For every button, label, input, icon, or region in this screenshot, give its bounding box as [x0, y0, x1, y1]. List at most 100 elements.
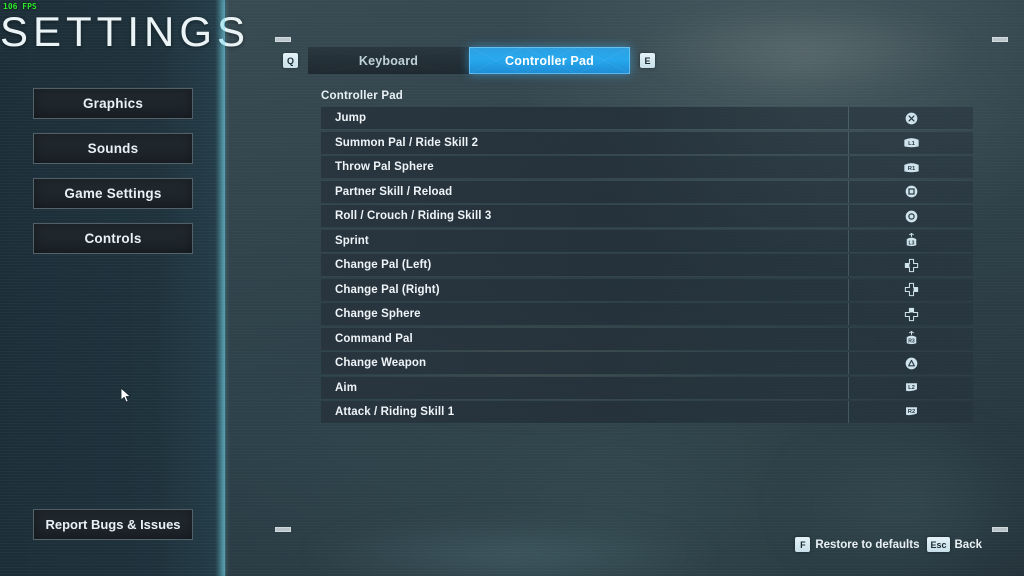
binding-action-label: Command Pal — [335, 332, 413, 345]
binding-value-cell[interactable] — [848, 303, 973, 325]
tab-bar: Q Keyboard Controller Pad E — [283, 47, 983, 74]
dpad-right-icon — [904, 282, 918, 297]
report-bugs-label: Report Bugs & Issues — [45, 517, 181, 532]
table-row[interactable]: Change Sphere — [321, 303, 973, 325]
ps-circle-button-icon — [905, 210, 917, 222]
sidebar-item-game-settings[interactable]: Game Settings — [33, 178, 193, 209]
svg-text:R3: R3 — [908, 338, 915, 344]
binding-value-cell[interactable]: L1 — [848, 131, 973, 154]
ps-l1-shoulder-icon: L1 — [903, 138, 919, 148]
report-bugs-button[interactable]: Report Bugs & Issues — [33, 509, 193, 540]
table-row[interactable]: Summon Pal / Ride Skill 2 L1 — [321, 131, 973, 154]
tab-controller-pad[interactable]: Controller Pad — [469, 47, 630, 74]
binding-action-cell: Change Pal (Left) — [321, 254, 848, 276]
dpad-left-icon — [904, 258, 918, 272]
sidebar-item-sounds[interactable]: Sounds — [33, 133, 193, 164]
sidebar-texture — [0, 0, 225, 576]
table-row[interactable]: Sprint L3 — [321, 229, 973, 252]
restore-defaults-label: Restore to defaults — [815, 538, 920, 551]
corner-marker-bottom-left — [275, 527, 291, 532]
binding-action-cell: Sprint — [321, 229, 848, 252]
ps-square-button-icon — [905, 185, 917, 198]
binding-value-cell[interactable] — [848, 352, 973, 374]
binding-action-cell: Throw Pal Sphere — [321, 156, 848, 178]
binding-action-cell: Roll / Crouch / Riding Skill 3 — [321, 205, 848, 227]
binding-action-label: Roll / Crouch / Riding Skill 3 — [335, 210, 492, 222]
footer-hint-bar: F Restore to defaults Esc Back — [795, 537, 982, 552]
binding-action-label: Jump — [335, 112, 367, 124]
svg-text:R1: R1 — [907, 166, 915, 172]
binding-action-cell: Attack / Riding Skill 1 — [321, 401, 848, 423]
sidebar-item-controls[interactable]: Controls — [33, 223, 193, 254]
svg-text:L1: L1 — [908, 141, 916, 147]
binding-action-cell: Change Sphere — [321, 303, 848, 325]
tab-keyboard[interactable]: Keyboard — [308, 47, 469, 74]
binding-value-cell[interactable] — [848, 278, 973, 301]
sidebar-item-label: Controls — [84, 231, 142, 246]
binding-value-cell[interactable] — [848, 205, 973, 227]
prev-tab-key-badge[interactable]: Q — [283, 53, 298, 68]
back-hint[interactable]: Esc Back — [927, 537, 982, 552]
table-row[interactable]: Aim L2 — [321, 376, 973, 399]
sidebar-item-label: Game Settings — [64, 186, 162, 201]
binding-action-label: Partner Skill / Reload — [335, 185, 453, 198]
back-key-badge: Esc — [927, 537, 950, 552]
table-row[interactable]: Jump — [321, 107, 973, 129]
ps-cross-button-icon — [905, 112, 917, 124]
binding-action-label: Change Weapon — [335, 357, 427, 369]
svg-text:R2: R2 — [907, 409, 914, 415]
table-row[interactable]: Change Weapon — [321, 352, 973, 374]
ps-r3-stick-press-icon: R3 — [906, 331, 916, 344]
restore-defaults-key-badge: F — [795, 537, 811, 552]
key-bindings-table: Jump Summon Pal / Ride Skill 2 L1 Throw … — [321, 107, 973, 426]
binding-action-label: Sprint — [335, 234, 369, 247]
corner-marker-top-right — [992, 37, 1008, 42]
restore-defaults-hint[interactable]: F Restore to defaults — [795, 537, 919, 552]
svg-text:L2: L2 — [908, 385, 915, 391]
binding-action-cell: Partner Skill / Reload — [321, 180, 848, 203]
binding-action-cell: Command Pal — [321, 327, 848, 350]
binding-value-cell[interactable] — [848, 180, 973, 203]
binding-value-cell[interactable]: R1 — [848, 156, 973, 178]
tab-list: Keyboard Controller Pad — [308, 47, 630, 74]
dpad-up-icon — [904, 307, 918, 321]
binding-action-cell: Change Weapon — [321, 352, 848, 374]
settings-sidebar: SETTINGS Graphics Sounds Game Settings C… — [0, 0, 245, 576]
binding-action-label: Attack / Riding Skill 1 — [335, 406, 455, 418]
settings-content: Q Keyboard Controller Pad E Controller P… — [226, 0, 1024, 576]
sidebar-item-graphics[interactable]: Graphics — [33, 88, 193, 119]
binding-action-label: Aim — [335, 381, 358, 394]
table-row[interactable]: Throw Pal Sphere R1 — [321, 156, 973, 178]
binding-value-cell[interactable] — [848, 254, 973, 276]
corner-marker-top-left — [275, 37, 291, 42]
table-row[interactable]: Attack / Riding Skill 1 R2 — [321, 401, 973, 423]
tab-label: Controller Pad — [505, 53, 594, 68]
binding-value-cell[interactable]: L2 — [848, 376, 973, 399]
table-row[interactable]: Change Pal (Right) — [321, 278, 973, 301]
binding-action-cell: Aim — [321, 376, 848, 399]
fps-counter: 106 FPS — [3, 2, 37, 11]
ps-r1-shoulder-icon: R1 — [903, 162, 919, 172]
next-tab-key-badge[interactable]: E — [640, 53, 655, 68]
binding-value-cell[interactable]: R2 — [848, 401, 973, 423]
binding-action-label: Change Pal (Left) — [335, 259, 432, 271]
binding-action-label: Throw Pal Sphere — [335, 161, 434, 173]
svg-text:L3: L3 — [908, 240, 914, 246]
ps-l3-stick-press-icon: L3 — [906, 233, 916, 246]
table-row[interactable]: Roll / Crouch / Riding Skill 3 — [321, 205, 973, 227]
table-row[interactable]: Partner Skill / Reload — [321, 180, 973, 203]
binding-value-cell[interactable]: L3 — [848, 229, 973, 252]
settings-screen: 106 FPS SETTINGS Graphics Sounds Game Se… — [0, 0, 1024, 576]
binding-value-cell[interactable]: R3 — [848, 327, 973, 350]
corner-marker-bottom-right — [992, 527, 1008, 532]
binding-action-cell: Change Pal (Right) — [321, 278, 848, 301]
ps-r2-trigger-icon: R2 — [905, 407, 917, 416]
binding-action-label: Summon Pal / Ride Skill 2 — [335, 136, 479, 149]
sidebar-item-label: Sounds — [87, 141, 139, 156]
binding-value-cell[interactable] — [848, 107, 973, 129]
ps-triangle-button-icon — [905, 357, 917, 369]
binding-action-label: Change Sphere — [335, 308, 421, 320]
table-row[interactable]: Command Pal R3 — [321, 327, 973, 350]
table-row[interactable]: Change Pal (Left) — [321, 254, 973, 276]
sidebar-nav: Graphics Sounds Game Settings Controls — [33, 88, 193, 268]
